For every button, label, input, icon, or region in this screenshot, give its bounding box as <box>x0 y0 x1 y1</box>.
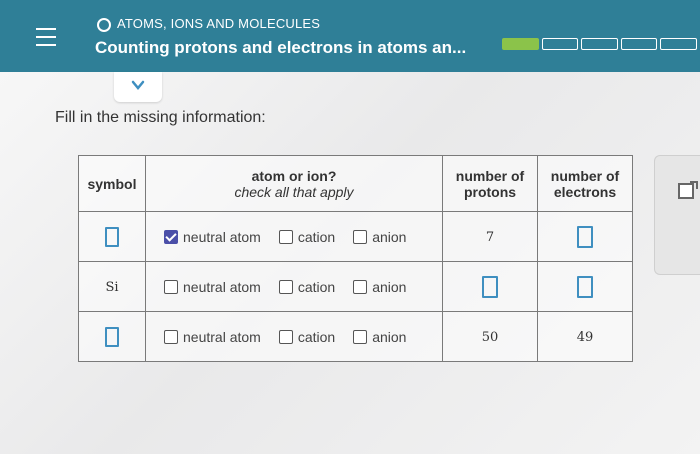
protons-cell: 7 <box>442 211 538 262</box>
progress-segment <box>502 38 539 50</box>
header-symbol: symbol <box>78 155 146 212</box>
neutral-atom-label: neutral atom <box>183 228 261 245</box>
cation-option[interactable]: cation <box>278 228 336 245</box>
chevron-down-icon <box>131 80 145 90</box>
electrons-cell: 49 <box>537 311 633 362</box>
header-atom-title: atom or ion? <box>251 167 337 184</box>
anion-checkbox[interactable] <box>353 329 368 344</box>
electrons-value: 49 <box>576 330 594 345</box>
side-toolbar-panel <box>654 155 700 275</box>
symbol-input[interactable] <box>105 226 119 247</box>
symbol-input[interactable] <box>105 326 119 347</box>
neutral-atom-checkbox[interactable] <box>164 329 178 344</box>
protons-cell <box>442 261 538 312</box>
table-row: Si neutral atom cation anion <box>78 261 633 312</box>
answer-table: symbol atom or ion? check all that apply… <box>78 155 633 362</box>
symbol-cell: Si <box>78 261 146 312</box>
electrons-input[interactable] <box>577 225 593 248</box>
neutral-atom-option[interactable]: neutral atom <box>164 329 261 345</box>
electrons-input[interactable] <box>577 275 593 298</box>
symbol-cell <box>78 211 146 262</box>
anion-checkbox[interactable] <box>353 229 368 244</box>
header-symbol-label: symbol <box>87 175 137 192</box>
checkbox-expand-icon[interactable] <box>678 181 698 199</box>
header-protons-line1: number of <box>455 167 525 184</box>
cation-option[interactable]: cation <box>278 328 336 345</box>
assignment-title[interactable]: Counting protons and electrons in atoms … <box>95 38 466 58</box>
progress-segment <box>541 38 579 50</box>
symbol-value: Si <box>105 280 119 295</box>
collapse-toggle-button[interactable] <box>114 72 162 102</box>
header-protons: number of protons <box>442 155 538 212</box>
electrons-cell <box>537 211 633 262</box>
protons-cell: 50 <box>442 311 538 362</box>
progress-bar <box>502 38 700 50</box>
neutral-atom-checkbox[interactable] <box>164 279 178 294</box>
cation-label: cation <box>297 278 336 295</box>
anion-option[interactable]: anion <box>353 279 406 295</box>
cation-option[interactable]: cation <box>278 278 336 295</box>
neutral-atom-label: neutral atom <box>183 278 261 295</box>
neutral-atom-option[interactable]: neutral atom <box>164 229 261 245</box>
circle-dot-icon <box>97 18 111 32</box>
cation-checkbox[interactable] <box>278 229 293 244</box>
electrons-cell <box>537 261 633 312</box>
table-row: neutral atom cation anion 7 <box>78 211 633 262</box>
atom-or-ion-cell: neutral atom cation anion <box>145 261 443 312</box>
header-electrons-line2: electrons <box>553 183 617 200</box>
hamburger-menu-icon[interactable] <box>36 28 56 48</box>
header-electrons-line1: number of <box>550 167 620 184</box>
header-protons-line2: protons <box>463 183 517 200</box>
protons-input[interactable] <box>482 275 498 298</box>
header-atom-subtitle: check all that apply <box>234 183 354 200</box>
symbol-cell <box>78 311 146 362</box>
anion-label: anion <box>372 328 407 345</box>
anion-checkbox[interactable] <box>353 279 368 294</box>
table-header-row: symbol atom or ion? check all that apply… <box>78 155 633 212</box>
progress-segment <box>620 38 658 50</box>
atom-or-ion-cell: neutral atom cation anion <box>145 211 443 262</box>
neutral-atom-label: neutral atom <box>183 328 261 345</box>
protons-value: 50 <box>481 330 499 345</box>
top-header: ATOMS, IONS AND MOLECULES Counting proto… <box>0 0 700 72</box>
anion-label: anion <box>372 228 407 245</box>
cation-label: cation <box>297 328 336 345</box>
cation-checkbox[interactable] <box>278 279 293 294</box>
anion-option[interactable]: anion <box>353 229 406 245</box>
topic-label: ATOMS, IONS AND MOLECULES <box>117 16 321 31</box>
protons-value: 7 <box>485 230 495 245</box>
neutral-atom-checkbox[interactable] <box>164 229 178 244</box>
anion-label: anion <box>372 278 407 295</box>
instruction-text: Fill in the missing information: <box>55 109 266 126</box>
cation-checkbox[interactable] <box>278 329 293 344</box>
progress-segment <box>660 38 697 50</box>
progress-segment <box>581 38 618 50</box>
neutral-atom-option[interactable]: neutral atom <box>164 279 261 295</box>
header-electrons: number of electrons <box>537 155 633 212</box>
table-row: neutral atom cation anion 50 49 <box>78 311 633 362</box>
anion-option[interactable]: anion <box>353 329 406 345</box>
cation-label: cation <box>297 228 336 245</box>
header-atom-or-ion: atom or ion? check all that apply <box>145 155 443 212</box>
atom-or-ion-cell: neutral atom cation anion <box>145 311 443 362</box>
